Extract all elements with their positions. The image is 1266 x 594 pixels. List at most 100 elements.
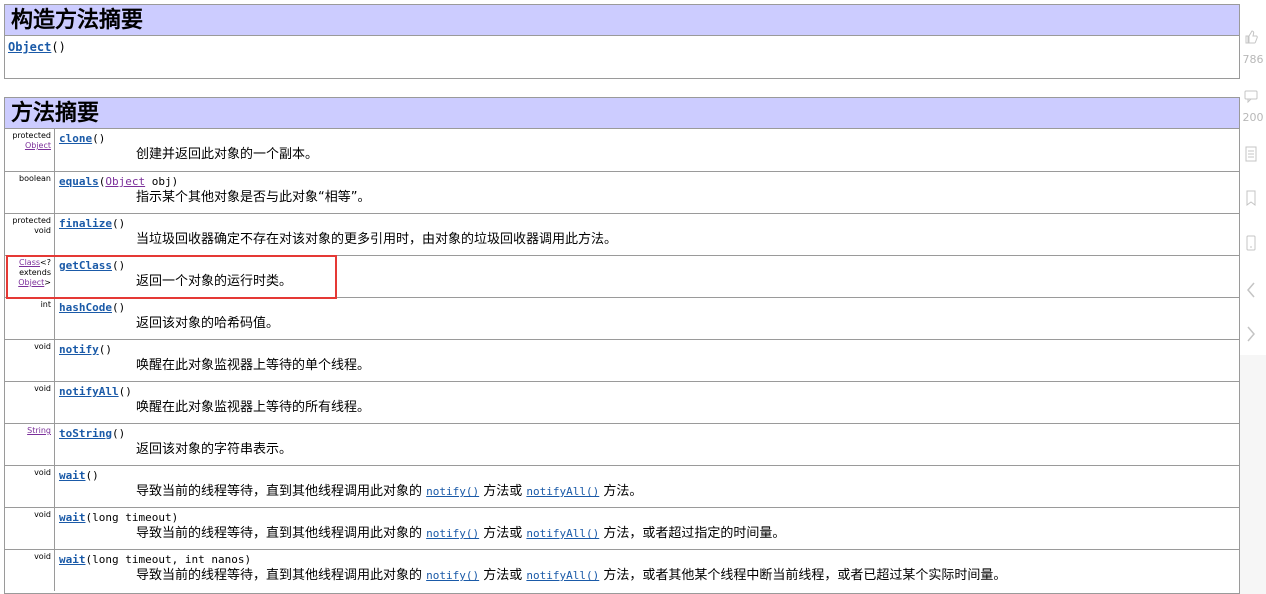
comment-icon[interactable] xyxy=(1244,89,1258,106)
method-signature: equals(Object obj) xyxy=(59,174,1239,189)
method-description: 指示某个其他对象是否与此对象“相等”。 xyxy=(59,189,1239,207)
method-name-link[interactable]: wait xyxy=(59,511,86,524)
method-detail-cell: notifyAll() 唤醒在此对象监视器上等待的所有线程。 xyxy=(55,382,1239,423)
list-icon[interactable] xyxy=(1244,146,1258,165)
description-text: 方法或 xyxy=(479,568,527,583)
method-params: () xyxy=(111,301,126,314)
method-modifier-cell: void xyxy=(5,466,55,507)
method-description: 唤醒在此对象监视器上等待的所有线程。 xyxy=(59,399,1239,417)
method-params: () xyxy=(111,427,126,440)
method-modifier-cell: void xyxy=(5,340,55,381)
method-params: () xyxy=(92,132,106,145)
description-method-link[interactable]: notify() xyxy=(426,485,479,498)
method-detail-cell: clone() 创建并返回此对象的一个副本。 xyxy=(55,129,1239,171)
description-text: 导致当前的线程等待，直到其他线程调用此对象的 xyxy=(136,484,427,499)
method-name-link[interactable]: notify xyxy=(59,343,99,356)
description-method-link[interactable]: notifyAll() xyxy=(526,569,599,582)
method-detail-cell: notify() 唤醒在此对象监视器上等待的单个线程。 xyxy=(55,340,1239,381)
method-signature: hashCode() xyxy=(59,300,1239,315)
method-name-link[interactable]: hashCode xyxy=(59,301,112,314)
method-description: 导致当前的线程等待，直到其他线程调用此对象的 notify() 方法或 noti… xyxy=(59,567,1239,585)
method-summary-table: 方法摘要 protected Object clone() 创建并返回此对象的一个副本… xyxy=(4,97,1240,594)
method-detail-cell: toString() 返回该对象的字符串表示。 xyxy=(55,424,1239,465)
phone-icon[interactable] xyxy=(1244,235,1258,254)
description-text: 方法或 xyxy=(479,484,527,499)
method-params: obj) xyxy=(145,175,179,188)
method-description: 返回该对象的哈希码值。 xyxy=(59,315,1239,333)
description-text: 指示某个其他对象是否与此对象“相等”。 xyxy=(136,190,371,205)
method-modifier-cell: int xyxy=(5,298,55,339)
method-signature: wait(long timeout, int nanos) xyxy=(59,552,1239,567)
comment-count: 200 xyxy=(1242,111,1264,124)
description-text: 创建并返回此对象的一个副本。 xyxy=(136,147,319,162)
description-text: 方法。 xyxy=(599,484,643,499)
method-detail-cell: wait() 导致当前的线程等待，直到其他线程调用此对象的 notify() 方法… xyxy=(55,466,1239,507)
like-count: 786 xyxy=(1242,53,1264,66)
method-detail-cell: finalize() 当垃圾回收器确定不存在对该对象的更多引用时，由对象的垃圾回收… xyxy=(55,214,1239,255)
description-text: 方法，或者其他某个线程中断当前线程，或者已超过某个实际时间量。 xyxy=(599,568,1007,583)
chevron-left-icon[interactable] xyxy=(1244,281,1258,302)
modifier-text: void xyxy=(34,510,51,519)
method-row: void wait(long timeout, int nanos) 导致当前的线程… xyxy=(5,549,1239,591)
description-text: 方法，或者超过指定的时间量。 xyxy=(599,526,786,541)
method-name-link[interactable]: wait xyxy=(59,553,86,566)
method-description: 唤醒在此对象监视器上等待的单个线程。 xyxy=(59,357,1239,375)
method-row: String toString() 返回该对象的字符串表示。 xyxy=(5,423,1239,465)
description-text: 导致当前的线程等待，直到其他线程调用此对象的 xyxy=(136,568,427,583)
method-detail-cell: wait(long timeout) 导致当前的线程等待，直到其他线程调用此对象的… xyxy=(55,508,1239,549)
method-signature: clone() xyxy=(59,131,1239,146)
return-type-link[interactable]: Object xyxy=(25,141,51,150)
method-description: 导致当前的线程等待，直到其他线程调用此对象的 notify() 方法或 noti… xyxy=(59,483,1239,501)
modifier-text: protected xyxy=(12,131,51,140)
description-text: 唤醒在此对象监视器上等待的单个线程。 xyxy=(136,358,371,373)
description-method-link[interactable]: notify() xyxy=(426,569,479,582)
method-row: void notify() 唤醒在此对象监视器上等待的单个线程。 xyxy=(5,339,1239,381)
description-text: 返回该对象的哈希码值。 xyxy=(136,316,280,331)
method-description: 创建并返回此对象的一个副本。 xyxy=(59,146,1239,164)
thumbs-up-icon[interactable] xyxy=(1244,30,1258,47)
method-summary-title: 方法摘要 xyxy=(5,98,1239,129)
method-row: protected void finalize() 当垃圾回收器确定不存在对该对象的更… xyxy=(5,213,1239,255)
method-detail-cell: wait(long timeout, int nanos) 导致当前的线程等待，直… xyxy=(55,550,1239,591)
constructor-link-object[interactable]: Object xyxy=(8,40,51,54)
highlight-box xyxy=(6,255,337,299)
modifier-text: boolean xyxy=(19,174,51,183)
description-text: 唤醒在此对象监视器上等待的所有线程。 xyxy=(136,400,371,415)
constructor-summary-title: 构造方法摘要 xyxy=(5,5,1239,36)
method-rows: protected Object clone() 创建并返回此对象的一个副本。 bool… xyxy=(5,129,1239,591)
method-name-link[interactable]: clone xyxy=(59,132,92,145)
description-text: 当垃圾回收器确定不存在对该对象的更多引用时，由对象的垃圾回收器调用此方法。 xyxy=(136,232,618,247)
method-name-link[interactable]: toString xyxy=(59,427,112,440)
method-row: int hashCode() 返回该对象的哈希码值。 xyxy=(5,297,1239,339)
param-type-link[interactable]: Object xyxy=(105,175,145,188)
method-description: 导致当前的线程等待，直到其他线程调用此对象的 notify() 方法或 noti… xyxy=(59,525,1239,543)
method-row: protected Object clone() 创建并返回此对象的一个副本。 xyxy=(5,129,1239,171)
description-method-link[interactable]: notifyAll() xyxy=(526,527,599,540)
method-modifier-cell: protected void xyxy=(5,214,55,255)
method-row: void notifyAll() 唤醒在此对象监视器上等待的所有线程。 xyxy=(5,381,1239,423)
return-type-link[interactable]: String xyxy=(27,426,51,435)
description-method-link[interactable]: notifyAll() xyxy=(526,485,599,498)
description-text: 返回该对象的字符串表示。 xyxy=(136,442,293,457)
method-detail-cell: hashCode() 返回该对象的哈希码值。 xyxy=(55,298,1239,339)
method-detail-cell: equals(Object obj) 指示某个其他对象是否与此对象“相等”。 xyxy=(55,172,1239,213)
method-params: (long timeout, int nanos) xyxy=(85,553,252,566)
method-params: () xyxy=(111,217,126,230)
description-method-link[interactable]: notify() xyxy=(426,527,479,540)
method-modifier-cell: void xyxy=(5,382,55,423)
method-description: 当垃圾回收器确定不存在对该对象的更多引用时，由对象的垃圾回收器调用此方法。 xyxy=(59,231,1239,249)
method-name-link[interactable]: finalize xyxy=(59,217,112,230)
method-name-link[interactable]: wait xyxy=(59,469,86,482)
method-row: void wait(long timeout) 导致当前的线程等待，直到其他线程调用… xyxy=(5,507,1239,549)
method-params: () xyxy=(118,385,132,398)
method-signature: toString() xyxy=(59,426,1239,441)
method-params: (long timeout) xyxy=(85,511,179,524)
modifier-text: void xyxy=(34,342,51,351)
method-modifier-cell: protected Object xyxy=(5,129,55,171)
chevron-right-icon[interactable] xyxy=(1244,325,1258,346)
bookmark-icon[interactable] xyxy=(1244,190,1258,209)
method-name-link[interactable]: equals xyxy=(59,175,99,188)
modifier-text: void xyxy=(34,384,51,393)
method-name-link[interactable]: notifyAll xyxy=(59,385,119,398)
method-signature: notifyAll() xyxy=(59,384,1239,399)
